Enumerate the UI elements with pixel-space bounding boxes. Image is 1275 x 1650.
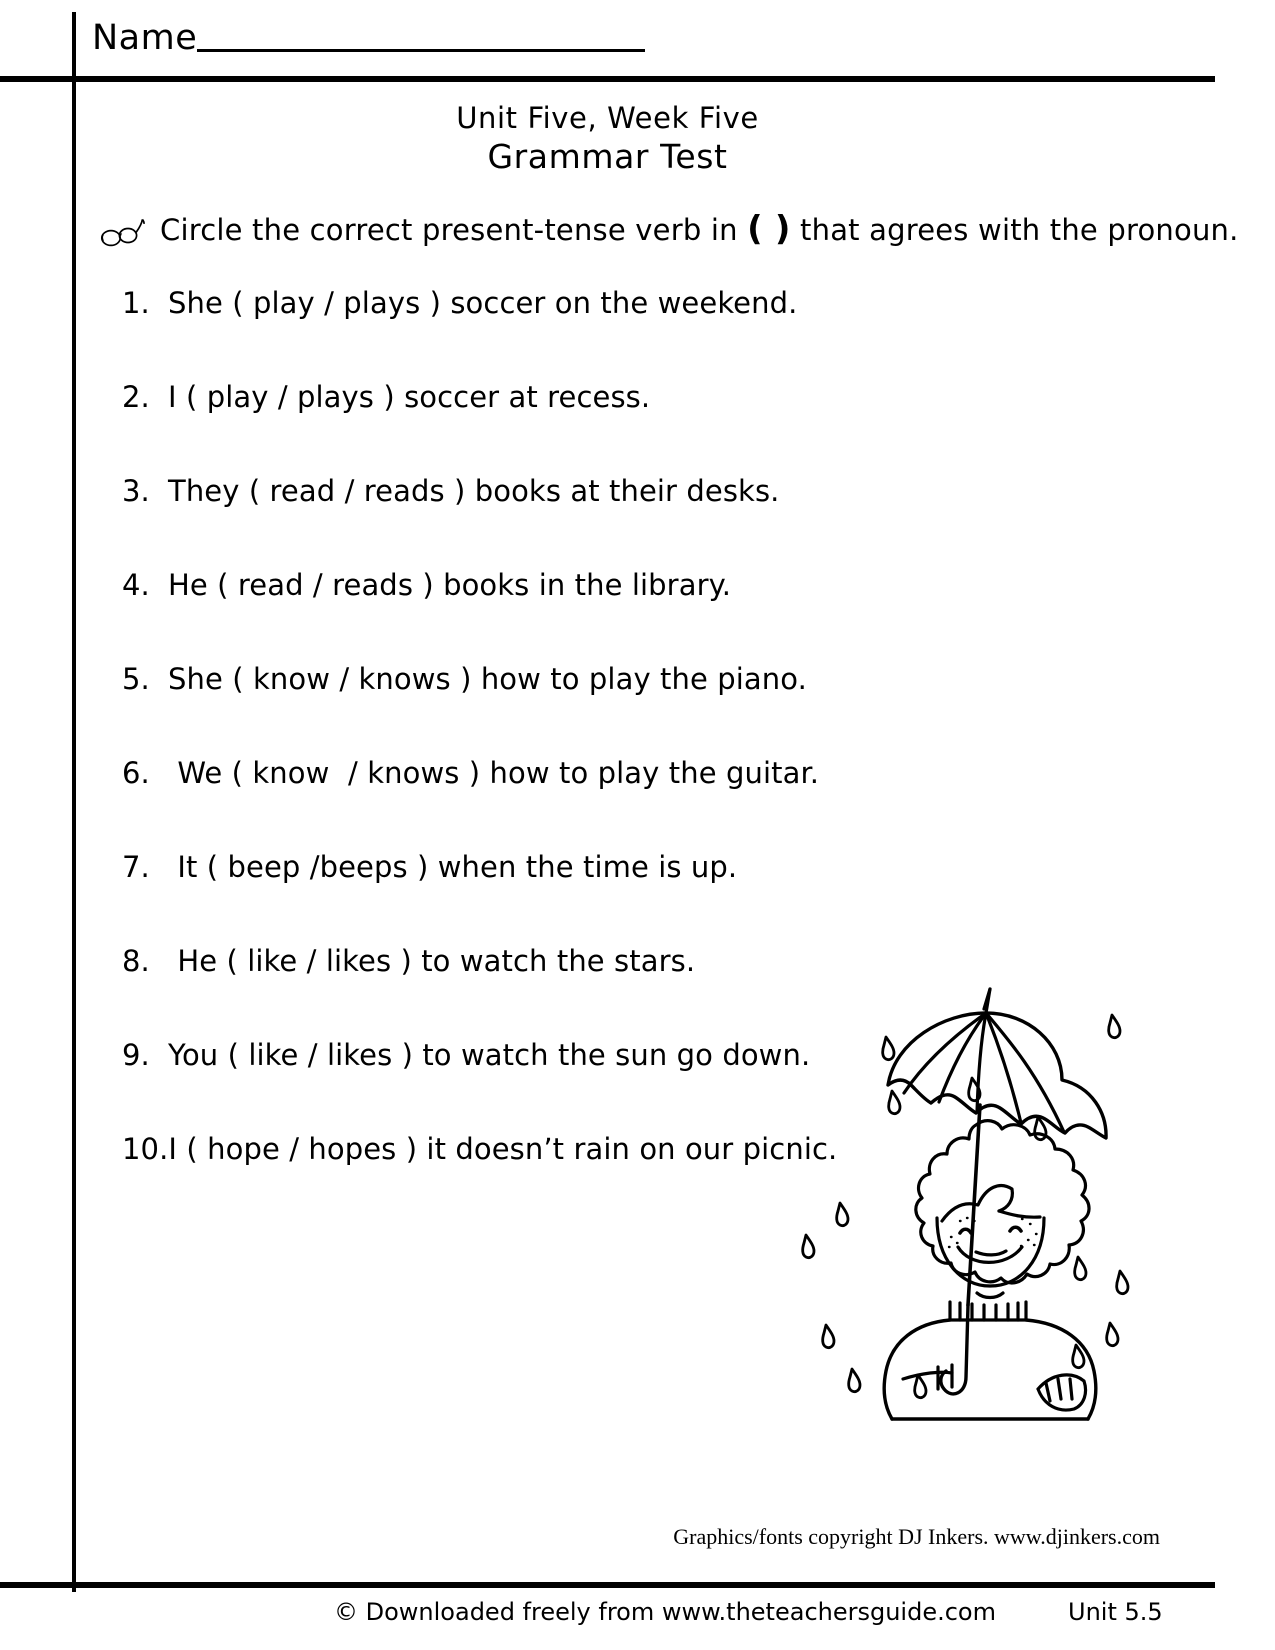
worksheet-page: Name Unit Five, Week Five Grammar Test C… xyxy=(0,0,1275,1650)
name-write-in-line[interactable] xyxy=(197,49,646,52)
worksheet-title: Grammar Test xyxy=(487,137,728,176)
question-text[interactable]: You ( like / likes ) to watch the sun go… xyxy=(168,1036,810,1074)
directions-text-part1: Circle the correct present-tense verb in xyxy=(160,213,748,247)
djinkers-credit: Graphics/fonts copyright DJ Inkers. www.… xyxy=(673,1524,1160,1549)
question-text[interactable]: It ( beep /beeps ) when the time is up. xyxy=(168,848,737,886)
question-item[interactable]: 4. He ( read / reads ) books in the libr… xyxy=(122,566,1162,660)
question-text[interactable]: She ( play / plays ) soccer on the weeke… xyxy=(168,284,797,322)
footer-source-text: © Downloaded freely from www.theteachers… xyxy=(334,1598,996,1626)
directions-parentheses: ( ) xyxy=(747,209,791,249)
directions-text-part2: that agrees with the pronoun. xyxy=(790,213,1239,247)
question-item[interactable]: 6. We ( know / knows ) how to play the g… xyxy=(122,754,1162,848)
directions-text: Circle the correct present-tense verb in… xyxy=(160,210,1239,249)
question-number: 2. xyxy=(122,380,150,414)
question-text[interactable]: We ( know / knows ) how to play the guit… xyxy=(168,754,819,792)
eyeglasses-icon xyxy=(100,216,146,250)
question-number: 3. xyxy=(122,474,150,508)
unit-week-subtitle: Unit Five, Week Five xyxy=(456,101,759,135)
question-item[interactable]: 1. She ( play / plays ) soccer on the we… xyxy=(122,284,1162,378)
question-number: 10. xyxy=(122,1132,169,1166)
question-item[interactable]: 5. She ( know / knows ) how to play the … xyxy=(122,660,1162,754)
question-text[interactable]: They ( read / reads ) books at their des… xyxy=(168,472,779,510)
footer-divider-rule xyxy=(0,1582,1215,1588)
page-title: Unit Five, Week Five Grammar Test xyxy=(0,100,1215,178)
question-text[interactable]: He ( read / reads ) books in the library… xyxy=(168,566,731,604)
child-with-umbrella-in-rain-illustration xyxy=(800,975,1170,1425)
question-text[interactable]: She ( know / knows ) how to play the pia… xyxy=(168,660,807,698)
question-number: 6. xyxy=(122,756,150,790)
question-text[interactable]: I ( hope / hopes ) it doesn’t rain on ou… xyxy=(168,1130,837,1168)
question-item[interactable]: 7. It ( beep /beeps ) when the time is u… xyxy=(122,848,1162,942)
question-number: 4. xyxy=(122,568,150,602)
question-item[interactable]: 2. I ( play / plays ) soccer at recess. xyxy=(122,378,1162,472)
name-field[interactable]: Name xyxy=(92,16,646,60)
question-number: 7. xyxy=(122,850,150,884)
left-margin-rule xyxy=(72,12,76,1592)
question-number: 5. xyxy=(122,662,150,696)
footer-unit-label: Unit 5.5 xyxy=(1068,1598,1163,1626)
question-number: 9. xyxy=(122,1038,150,1072)
question-text[interactable]: He ( like / likes ) to watch the stars. xyxy=(168,942,695,980)
question-text[interactable]: I ( play / plays ) soccer at recess. xyxy=(168,378,650,416)
header-divider-rule xyxy=(0,76,1215,82)
directions-row: Circle the correct present-tense verb in… xyxy=(100,210,1238,250)
name-label: Name xyxy=(92,18,198,58)
question-number: 8. xyxy=(122,944,150,978)
question-item[interactable]: 3. They ( read / reads ) books at their … xyxy=(122,472,1162,566)
question-number: 1. xyxy=(122,286,150,320)
